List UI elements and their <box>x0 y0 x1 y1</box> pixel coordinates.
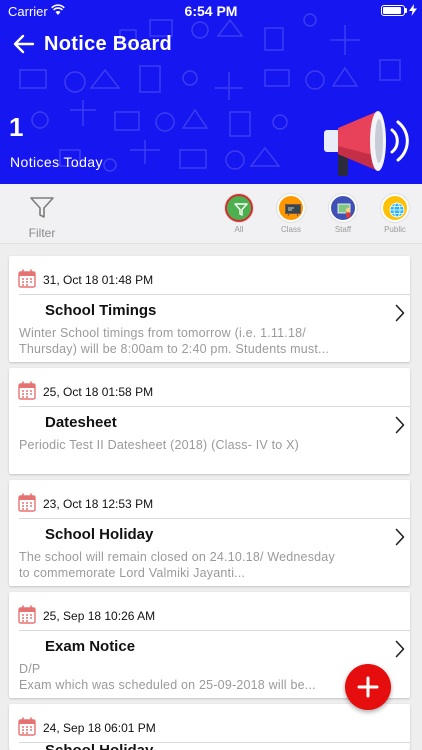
notice-date: 24, Sep 18 06:01 PM <box>43 721 156 735</box>
notice-description-line: Thursday) will be 8:00am to 2:40 pm. Stu… <box>19 342 330 356</box>
notice-title: School Holiday <box>45 742 153 750</box>
divider <box>19 406 410 407</box>
add-notice-button[interactable] <box>345 664 391 710</box>
filter-label: Filter <box>28 226 56 240</box>
clock: 6:54 PM <box>184 3 238 19</box>
notice-title: School Holiday <box>45 526 154 543</box>
chevron-right-icon <box>395 528 405 546</box>
funnel-icon <box>234 203 248 216</box>
divider <box>19 518 410 519</box>
category-staff[interactable]: Staff <box>325 194 361 234</box>
notice-title: School Timings <box>45 302 157 319</box>
category-public-circle <box>381 194 409 222</box>
notice-card[interactable]: 25, Oct 18 01:58 PM Datesheet Periodic T… <box>9 368 410 474</box>
notice-description-line: Exam which was scheduled on 25-09-2018 w… <box>19 678 316 692</box>
funnel-icon <box>30 197 54 218</box>
divider <box>19 294 410 295</box>
calendar-icon <box>18 269 36 288</box>
battery-icon <box>381 5 405 16</box>
notice-description: Winter School timings from tomorrow (i.e… <box>19 325 385 357</box>
notice-date: 23, Oct 18 12:53 PM <box>43 497 154 511</box>
notice-count-label: Notices Today <box>10 154 103 170</box>
category-staff-label: Staff <box>334 225 352 234</box>
globe-icon <box>389 202 405 218</box>
category-class[interactable]: Class <box>273 194 309 234</box>
notice-description-line: The school will remain closed on 24.10.1… <box>19 550 335 564</box>
category-all[interactable]: All <box>221 194 257 234</box>
category-staff-circle <box>329 194 357 222</box>
category-class-label: Class <box>280 225 301 234</box>
filter-button[interactable]: Filter <box>20 196 64 242</box>
calendar-icon <box>18 493 36 512</box>
notice-card[interactable]: 23, Oct 18 12:53 PM School Holiday The s… <box>9 480 410 586</box>
megaphone-icon <box>324 111 409 176</box>
charging-icon <box>409 4 417 16</box>
category-all-circle <box>225 194 253 222</box>
teacher-icon <box>337 203 351 218</box>
notice-description-line: Winter School timings from tomorrow (i.e… <box>19 326 306 340</box>
chevron-right-icon <box>395 640 405 658</box>
notice-date: 25, Sep 18 10:26 AM <box>43 609 156 623</box>
notice-title: Datesheet <box>45 414 117 431</box>
header: Carrier 6:54 PM Notice Board 1 Notices T… <box>0 0 422 184</box>
page-title: Notice Board <box>44 33 173 55</box>
notice-description-line: Periodic Test II Datesheet (2018) (Class… <box>19 438 300 452</box>
category-all-label: All <box>234 225 244 234</box>
back-arrow-icon[interactable] <box>12 33 36 55</box>
notice-description: D/P Exam which was scheduled on 25-09-20… <box>19 661 385 693</box>
category-class-circle <box>277 194 305 222</box>
notice-card[interactable]: 24, Sep 18 06:01 PM School Holiday <box>9 704 410 750</box>
calendar-icon <box>18 717 36 736</box>
chevron-right-icon <box>395 304 405 322</box>
category-public-label: Public <box>384 225 406 234</box>
blackboard-icon <box>285 204 301 216</box>
notice-description: The school will remain closed on 24.10.1… <box>19 549 385 581</box>
calendar-icon <box>18 605 36 624</box>
status-bar: Carrier 6:54 PM <box>0 0 422 22</box>
notice-date: 25, Oct 18 01:58 PM <box>43 385 154 399</box>
notice-description-line: to commemorate Lord Valmiki Jayanti... <box>19 566 246 580</box>
battery-tip <box>405 8 407 13</box>
chevron-right-icon <box>395 416 405 434</box>
filter-bar: Filter All Class Staff Public <box>0 184 422 244</box>
notice-count: 1 <box>9 112 24 142</box>
notice-description: Periodic Test II Datesheet (2018) (Class… <box>19 437 385 453</box>
plus-icon <box>357 676 379 698</box>
notice-card[interactable]: 31, Oct 18 01:48 PM School Timings Winte… <box>9 256 410 362</box>
divider <box>19 630 410 631</box>
notice-date: 31, Oct 18 01:48 PM <box>43 273 154 287</box>
notice-title: Exam Notice <box>45 638 136 655</box>
notice-description-line: D/P <box>19 662 41 676</box>
category-public[interactable]: Public <box>377 194 413 234</box>
calendar-icon <box>18 381 36 400</box>
